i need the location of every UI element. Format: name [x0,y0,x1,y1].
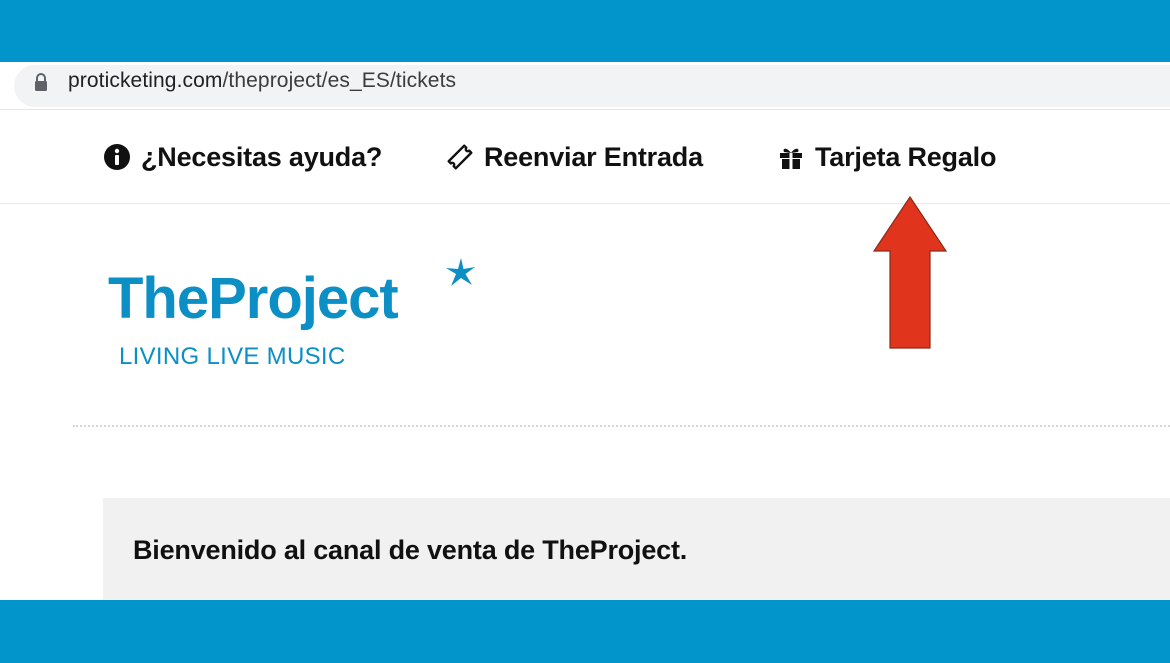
dotted-divider [73,425,1170,427]
nav-help-link[interactable]: ¿Necesitas ayuda? [103,137,382,177]
top-blue-band [0,0,1170,62]
ticket-icon [447,144,473,170]
logo-tagline: LIVING LIVE MUSIC [119,343,346,370]
url-path: /theproject/es_ES/tickets [222,69,457,92]
nav-gift-card-link[interactable]: Tarjeta Regalo [777,137,996,177]
lock-icon [35,73,47,91]
welcome-heading: Bienvenido al canal de venta de TheProje… [133,535,688,565]
star-icon [446,258,475,286]
nav-resend-label: Reenviar Entrada [484,141,703,172]
red-arrow-annotation [872,195,948,349]
gift-icon [780,148,802,169]
logo-wordmark: TheProject [108,266,399,331]
theproject-logo[interactable]: TheProject LIVING LIVE MUSIC [108,258,488,378]
nav-help-label: ¿Necesitas ayuda? [141,141,383,172]
nav-resend-ticket-link[interactable]: Reenviar Entrada [446,137,703,177]
nav-gift-label: Tarjeta Regalo [815,141,997,172]
url-text[interactable]: proticketing.com/theproject/es_ES/ticket… [68,69,456,93]
url-domain: proticketing.com [68,69,223,92]
info-icon [104,144,130,170]
bottom-blue-band [0,600,1170,663]
